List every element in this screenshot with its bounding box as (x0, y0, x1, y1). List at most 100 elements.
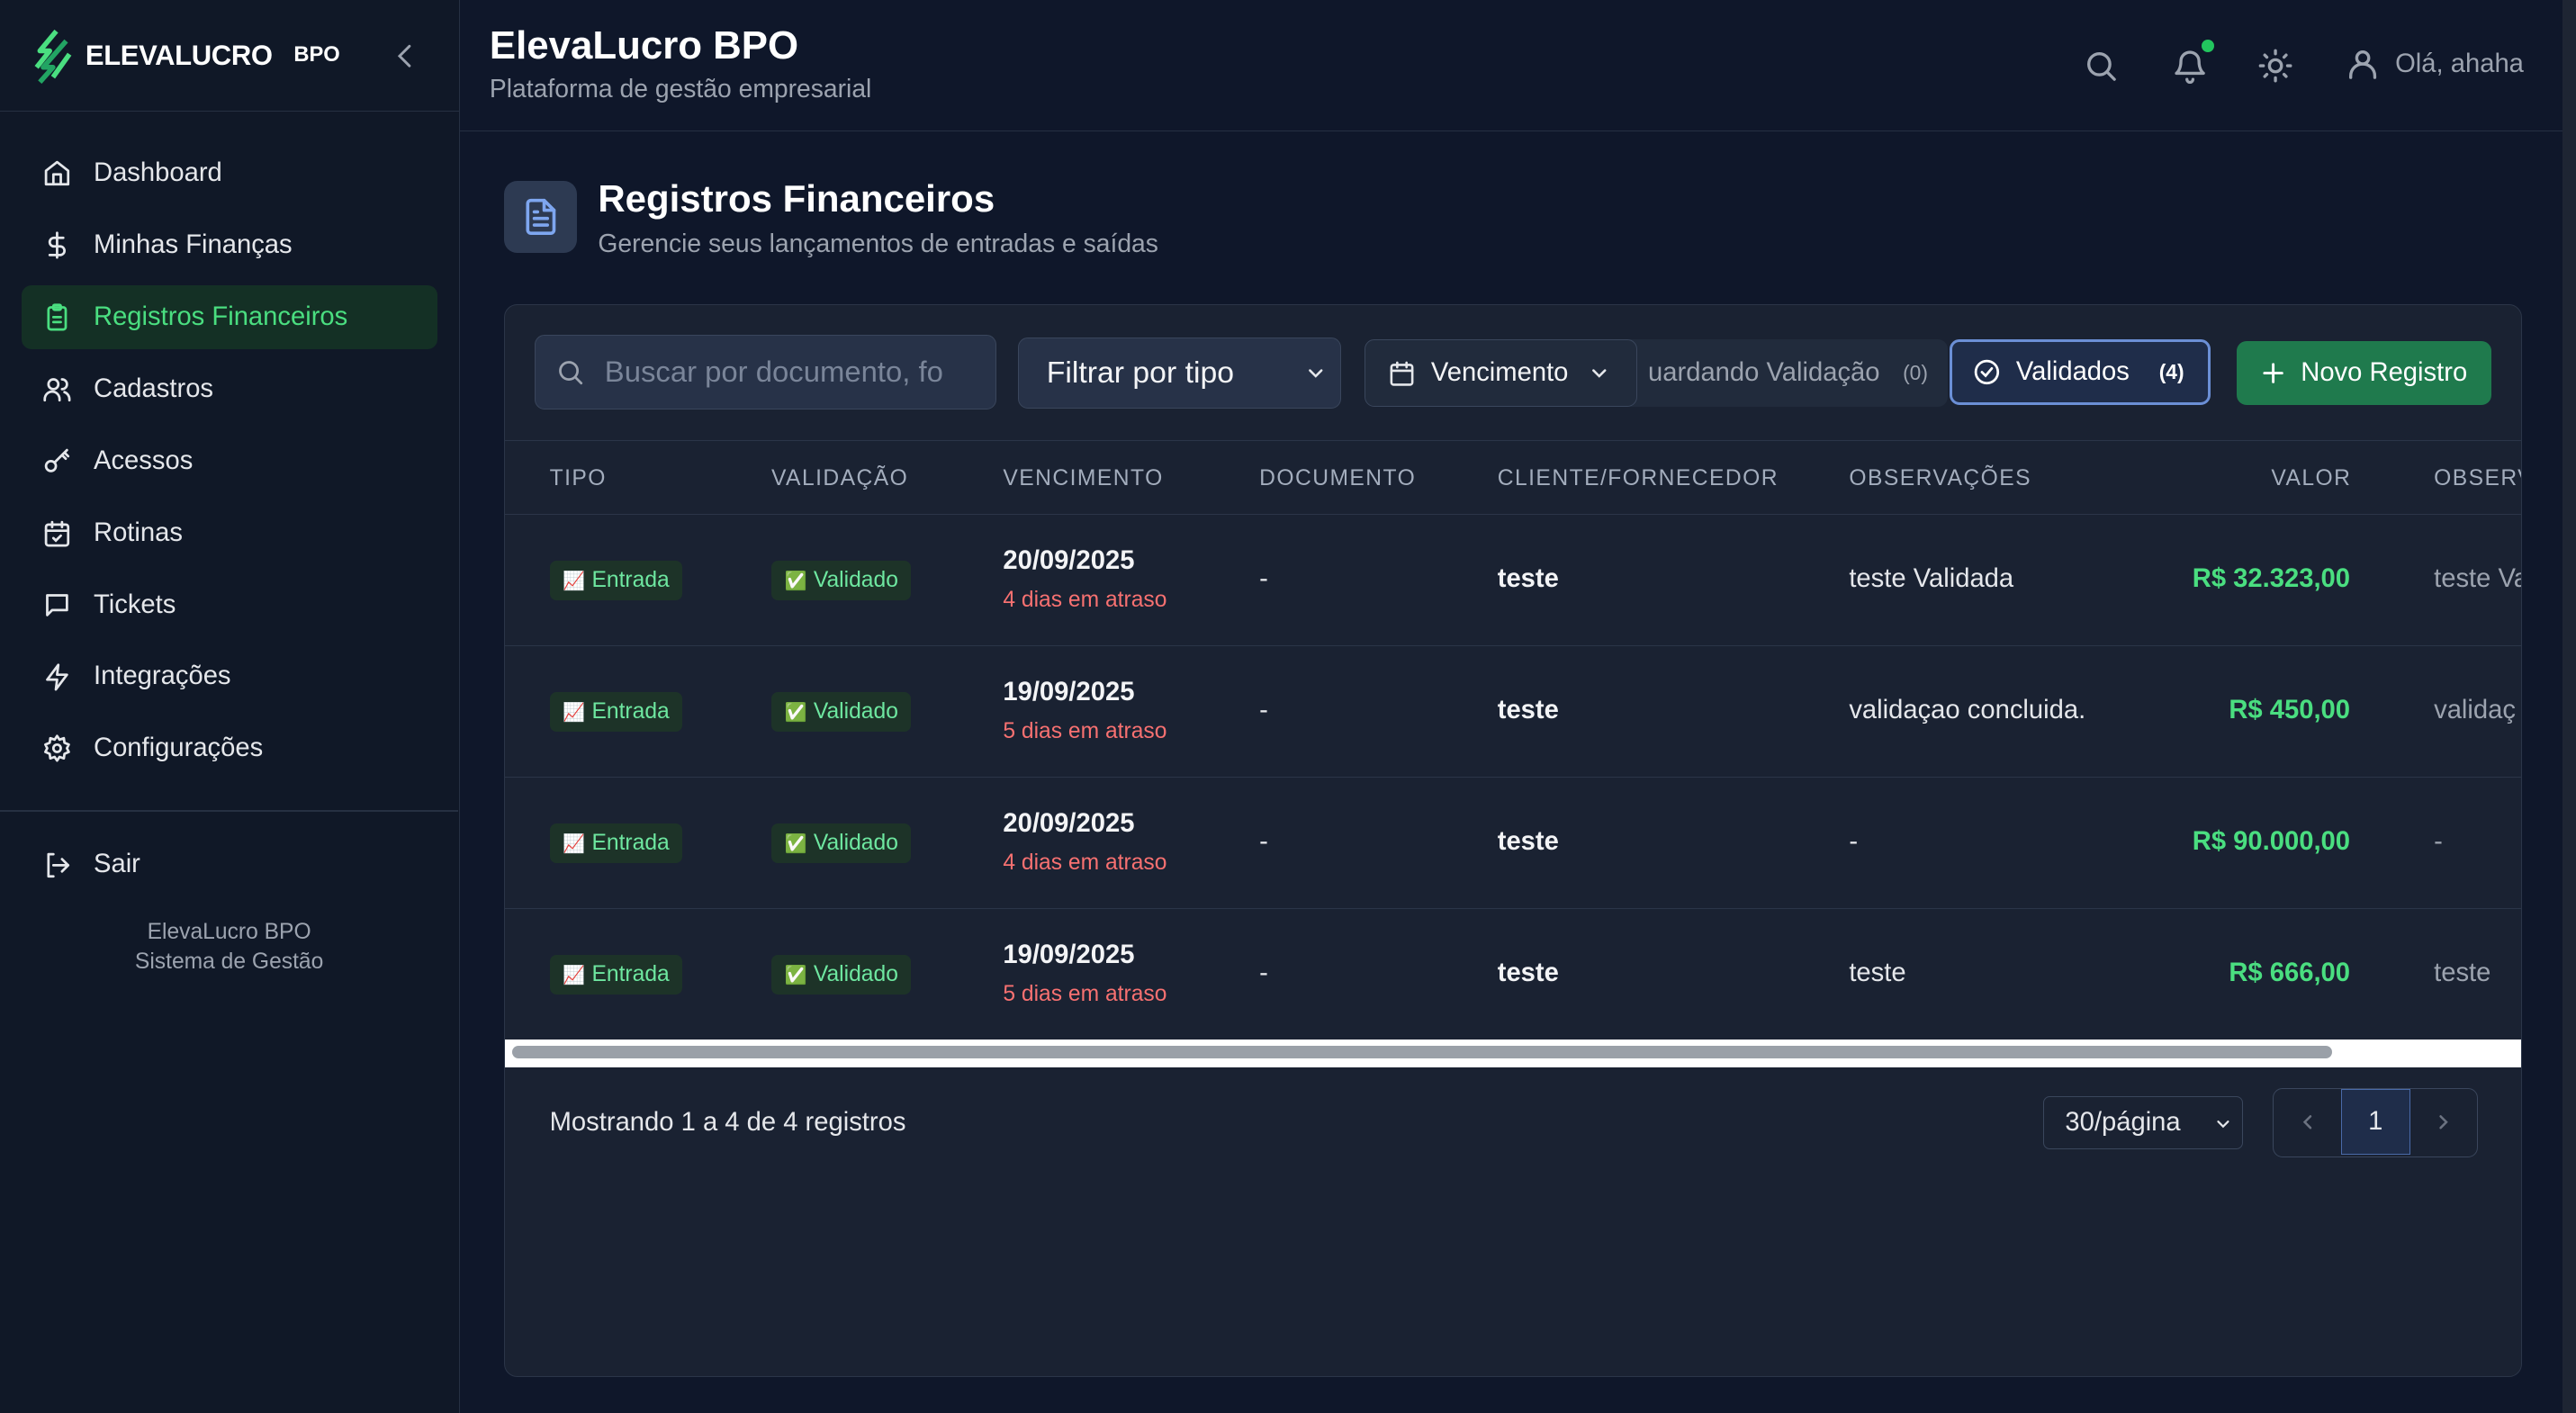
check-mark-icon: ✅ (784, 702, 807, 723)
check-circle-icon (1974, 359, 1999, 385)
amount-value: R$ 32.323,00 (2192, 564, 2351, 594)
logout-button[interactable]: Sair (22, 832, 437, 896)
new-record-button[interactable]: Novo Registro (2237, 340, 2491, 405)
header-title: ElevaLucro BPO (489, 22, 799, 68)
page-size-select[interactable]: 30/página (2042, 1096, 2244, 1149)
sidebar-item-acessos[interactable]: Acessos (22, 429, 438, 493)
calendar-check-icon (42, 518, 72, 548)
observations-value: validaçao concluida. (1849, 696, 2086, 725)
sidebar-item-configuracoes[interactable]: Configurações (22, 716, 438, 780)
bell-icon[interactable] (2172, 48, 2208, 84)
validated-filter-button[interactable]: Validados (4) (1949, 338, 2211, 405)
table-header: TIPO VALIDAÇÃO VENCIMENTO DOCUMENTO CLIE… (505, 441, 2521, 516)
brand-tag: BPO (293, 43, 340, 68)
table-row[interactable]: 📈 Entrada ✅ Validado 19/09/2025 5 dias em … (505, 646, 2521, 778)
validation-label: Validado (813, 831, 898, 856)
key-icon (42, 446, 72, 476)
column-header-observacoes[interactable]: OBSERVAÇÕES (1849, 466, 2031, 491)
sidebar-divider (0, 809, 459, 812)
column-header-vencimento[interactable]: VENCIMENTO (1003, 466, 1163, 491)
search-box[interactable] (535, 334, 997, 410)
overdue-text: 4 dias em atraso (1003, 587, 1167, 612)
search-icon[interactable] (2083, 48, 2119, 84)
column-header-cliente-fornecedor[interactable]: CLIENTE/FORNECEDOR (1498, 466, 1779, 491)
sidebar-item-label: Minhas Finanças (94, 230, 293, 259)
sidebar-footer-title: ElevaLucro BPO (147, 920, 311, 945)
due-date: 20/09/2025 (1003, 545, 1135, 575)
prev-page-button[interactable] (2274, 1089, 2341, 1155)
client-value: teste (1497, 564, 1559, 594)
sidebar-item-integracoes[interactable]: Integrações (22, 644, 438, 708)
brand-name: ELEVALUCRO (85, 39, 273, 71)
type-label: Entrada (591, 831, 670, 856)
type-badge: 📈 Entrada (549, 692, 683, 733)
validation-badge: ✅ Validado (771, 692, 912, 733)
document-icon (504, 180, 577, 254)
amount-value: R$ 450,00 (2229, 696, 2351, 725)
next-page-button[interactable] (2410, 1089, 2478, 1155)
amount-value: R$ 666,00 (2229, 958, 2351, 988)
overdue-text: 5 dias em atraso (1003, 718, 1167, 743)
sidebar-item-label: Registros Financeiros (94, 302, 348, 331)
clipboard-icon (42, 302, 72, 332)
chevron-left-icon (2302, 1115, 2312, 1130)
client-value: teste (1497, 958, 1559, 988)
sidebar-item-cadastros[interactable]: Cadastros (22, 357, 438, 421)
amount-value: R$ 90.000,00 (2192, 827, 2351, 857)
observations-overflow-value: validaç (2434, 696, 2516, 725)
sidebar-item-dashboard[interactable]: Dashboard (22, 141, 438, 205)
validation-badge: ✅ Validado (771, 561, 912, 601)
due-date-filter-button[interactable]: Vencimento (1364, 338, 1637, 407)
column-header-validacao[interactable]: VALIDAÇÃO (771, 466, 908, 491)
sidebar-item-registros-financeiros[interactable]: Registros Financeiros (21, 284, 438, 349)
sidebar-item-label: Dashboard (94, 158, 222, 188)
table-row[interactable]: 📈 Entrada ✅ Validado 20/09/2025 4 dias em … (505, 515, 2522, 647)
document-value: - (1259, 696, 1268, 725)
sidebar-footer: ElevaLucro BPO Sistema de Gestão (0, 918, 458, 977)
client-value: teste (1497, 696, 1559, 725)
sidebar-item-label: Rotinas (94, 518, 183, 547)
type-badge: 📈 Entrada (549, 561, 683, 601)
table-row[interactable]: 📈 Entrada ✅ Validado 19/09/2025 5 dias em … (505, 909, 2520, 1040)
observations-overflow-value: teste Va (2434, 564, 2522, 594)
user-menu[interactable]: Olá, ahaha (2345, 46, 2524, 82)
validated-filter-label: Validados (2015, 356, 2130, 386)
top-header: ElevaLucro BPO Plataforma de gestão empr… (460, 0, 2563, 132)
sidebar-item-rotinas[interactable]: Rotinas (22, 501, 438, 565)
records-count-text: Mostrando 1 a 4 de 4 registros (549, 1108, 906, 1138)
plus-icon (2263, 363, 2283, 383)
chevron-down-icon (1592, 368, 1607, 378)
sidebar-item-label: Cadastros (94, 374, 214, 403)
sidebar-item-minhas-financas[interactable]: Minhas Finanças (22, 213, 438, 277)
due-date: 19/09/2025 (1003, 940, 1135, 969)
sidebar-item-label: Configurações (94, 734, 264, 763)
validation-label: Validado (813, 699, 898, 724)
column-header-valor[interactable]: VALOR (2271, 466, 2351, 491)
chart-up-icon: 📈 (563, 571, 586, 591)
horizontal-scrollbar[interactable] (505, 1039, 2521, 1067)
users-icon (42, 374, 72, 404)
validation-label: Validado (813, 568, 898, 593)
column-header-observ[interactable]: OBSERV (2434, 466, 2521, 491)
logout-label: Sair (94, 850, 140, 879)
type-filter-select[interactable]: Filtrar por tipo (1017, 338, 1342, 409)
table-row[interactable]: 📈 Entrada ✅ Validado 20/09/2025 4 dias em … (505, 778, 2521, 910)
validation-badge: ✅ Validado (771, 955, 912, 995)
sun-icon[interactable] (2257, 48, 2293, 84)
observations-value: teste Validada (1849, 564, 2014, 594)
validated-filter-count: (4) (2158, 359, 2184, 383)
sidebar-item-tickets[interactable]: Tickets (22, 572, 438, 636)
awaiting-validation-label: uardando Validação (1648, 357, 1880, 387)
scrollbar-thumb[interactable] (511, 1045, 2332, 1059)
records-card: Filtrar por tipo uardando Validação (0) … (504, 303, 2522, 1377)
gear-icon (42, 734, 72, 763)
window-scrollbar[interactable] (2562, 0, 2576, 1413)
due-date-filter-label: Vencimento (1430, 357, 1569, 387)
collapse-sidebar-button[interactable] (390, 40, 423, 73)
search-input[interactable] (604, 355, 983, 390)
column-header-tipo[interactable]: TIPO (550, 466, 607, 491)
column-header-documento[interactable]: DOCUMENTO (1259, 466, 1416, 491)
page-button-current[interactable]: 1 (2341, 1089, 2410, 1156)
type-filter-value: Filtrar por tipo (1046, 355, 1234, 390)
logout-icon (42, 850, 72, 880)
